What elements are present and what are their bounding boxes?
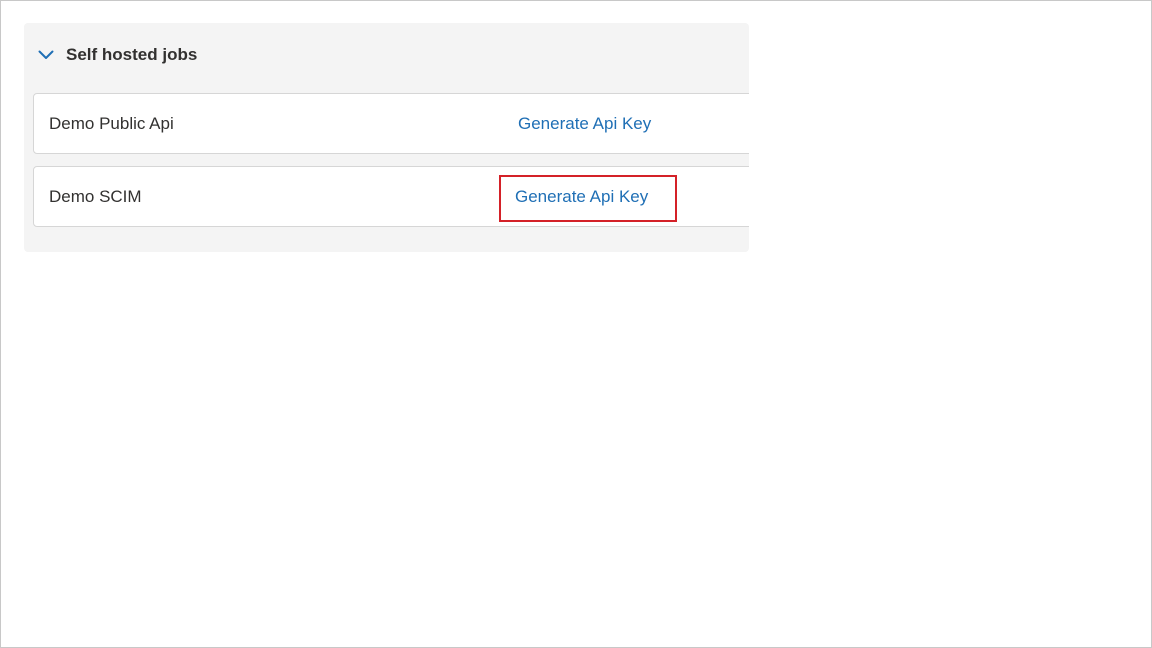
self-hosted-jobs-panel: Self hosted jobs Demo Public Api Generat… (24, 23, 749, 252)
chevron-down-icon[interactable] (36, 45, 56, 65)
generate-api-key-link[interactable]: Generate Api Key (515, 187, 648, 207)
job-row-demo-public-api: Demo Public Api Generate Api Key (33, 93, 749, 154)
screenshot-frame: Self hosted jobs Demo Public Api Generat… (0, 0, 1152, 648)
job-row-demo-scim: Demo SCIM Generate Api Key (33, 166, 749, 227)
section-header-self-hosted-jobs[interactable]: Self hosted jobs (36, 43, 197, 67)
job-name: Demo Public Api (49, 113, 174, 133)
section-title: Self hosted jobs (66, 45, 198, 64)
generate-api-key-link[interactable]: Generate Api Key (518, 114, 651, 134)
job-name: Demo SCIM (49, 186, 142, 206)
